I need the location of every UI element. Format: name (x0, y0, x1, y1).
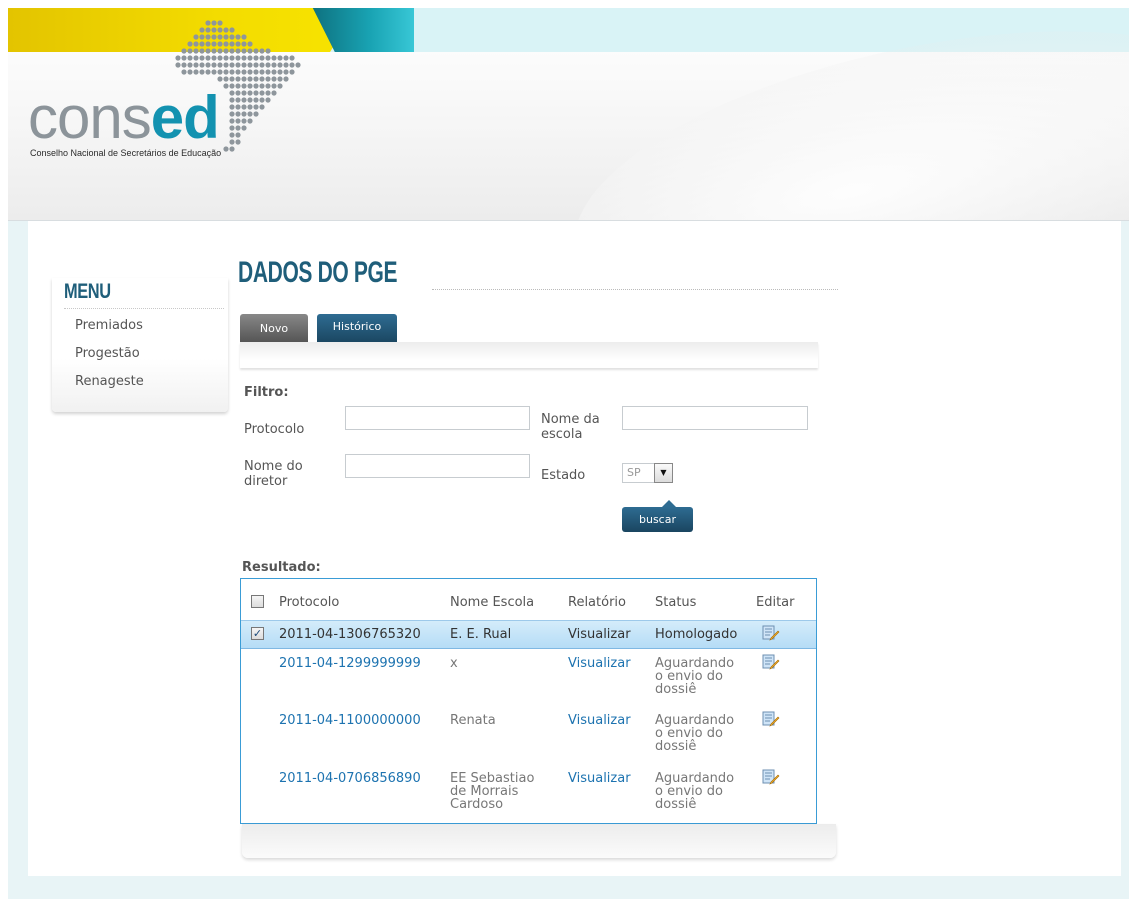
row-escola: x (450, 656, 458, 671)
row-escola: EE Sebastiao de Morrais Cardoso (450, 771, 535, 812)
row-checkbox[interactable]: ✓ (251, 627, 264, 640)
column-header-status: Status (655, 595, 697, 610)
results-footer-bar (242, 824, 836, 858)
row-status: Homologado (655, 627, 738, 642)
buscar-button[interactable]: buscar (622, 500, 693, 532)
row-visualizar-link[interactable]: Visualizar (568, 628, 631, 641)
results-heading: Resultado: (242, 560, 321, 575)
logo-cons-text: cons (28, 84, 152, 151)
row-visualizar-link[interactable]: Visualizar (568, 657, 631, 670)
row-protocolo-link[interactable]: 2011-04-0706856890 (279, 772, 421, 785)
sidebar-item-premiados[interactable]: Premiados (75, 318, 143, 333)
column-header-editar: Editar (756, 595, 795, 610)
protocolo-label: Protocolo (244, 422, 305, 437)
tab-panel-bar (240, 342, 818, 368)
nome-escola-input[interactable] (622, 406, 808, 430)
nome-escola-label: Nome da escola (541, 412, 600, 442)
page-title: DADOS DO PGE (238, 256, 398, 289)
select-all-checkbox[interactable] (251, 595, 264, 608)
sidebar-menu: MENU Premiados Progestão Renageste (52, 278, 228, 412)
estado-label: Estado (541, 468, 586, 483)
sidebar-item-progestao[interactable]: Progestão (75, 346, 140, 361)
column-header-nome-escola: Nome Escola (450, 595, 535, 610)
column-header-relatorio: Relatório (568, 595, 626, 610)
row-status: Aguardando o envio do dossiê (655, 713, 735, 754)
row-protocolo-link[interactable]: 2011-04-1100000000 (279, 714, 421, 727)
edit-icon[interactable] (762, 654, 780, 670)
tab-novo[interactable]: Novo (240, 314, 308, 342)
edit-icon[interactable] (762, 711, 780, 727)
sidebar-item-renageste[interactable]: Renageste (75, 374, 144, 389)
nome-diretor-input[interactable] (345, 454, 530, 478)
row-visualizar-link[interactable]: Visualizar (568, 772, 631, 785)
menu-divider (64, 308, 224, 309)
row-status: Aguardando o envio do dossiê (655, 771, 735, 812)
row-escola: E. E. Rual (450, 627, 512, 642)
chevron-down-icon[interactable]: ▼ (654, 463, 673, 483)
row-escola: Renata (450, 713, 496, 728)
row-status: Aguardando o envio do dossiê (655, 656, 735, 697)
logo-ed-text: ed (150, 84, 220, 151)
site-header: consed Conselho Nacional de Secretários … (8, 8, 1129, 221)
consed-logo: consed (28, 88, 220, 148)
edit-icon[interactable] (762, 769, 780, 785)
row-protocolo-link[interactable]: 2011-04-1299999999 (279, 657, 421, 670)
row-visualizar-link[interactable]: Visualizar (568, 714, 631, 727)
estado-select[interactable]: SP ▼ (622, 463, 678, 483)
row-protocolo[interactable]: 2011-04-1306765320 (279, 628, 421, 641)
title-divider (432, 289, 838, 290)
menu-title: MENU (64, 280, 111, 303)
edit-icon[interactable] (762, 625, 780, 641)
nome-diretor-label: Nome do diretor (244, 459, 303, 489)
tab-historico[interactable]: Histórico (317, 314, 397, 342)
column-header-protocolo: Protocolo (279, 595, 340, 610)
protocolo-input[interactable] (345, 406, 530, 430)
filter-heading: Filtro: (244, 385, 289, 400)
logo-subtitle: Conselho Nacional de Secretários de Educ… (30, 148, 222, 158)
